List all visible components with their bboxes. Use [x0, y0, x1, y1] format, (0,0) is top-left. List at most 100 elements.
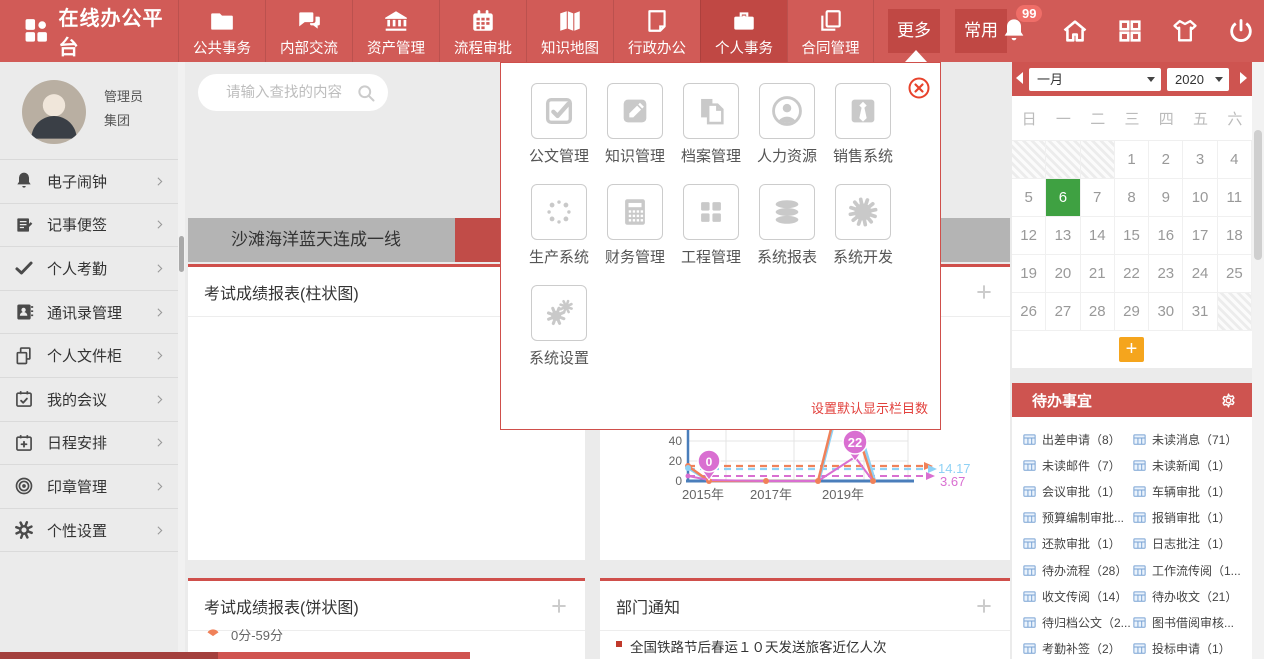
calendar-day-10[interactable]: 10 [1183, 179, 1217, 217]
app-tile-button[interactable] [759, 83, 815, 139]
todo-item-3[interactable]: 未读邮件（7） [1022, 452, 1132, 478]
todo-item-7[interactable]: 预算编制审批... [1022, 505, 1132, 531]
calendar-day-2[interactable]: 2 [1149, 141, 1183, 179]
sidebar-item-2[interactable]: 记事便签 [0, 204, 178, 248]
nav-tab-7[interactable]: 个人事务 [700, 0, 787, 62]
calendar-day-17[interactable]: 17 [1183, 217, 1217, 255]
calendar-day-6[interactable]: 6 [1046, 179, 1080, 217]
todo-item-18[interactable]: 投标申请（1） [1132, 636, 1242, 659]
app-tile-button[interactable] [759, 184, 815, 240]
calendar-day-8[interactable]: 8 [1115, 179, 1149, 217]
apps-grid-icon[interactable] [1116, 17, 1144, 45]
todo-item-6[interactable]: 车辆审批（1） [1132, 478, 1242, 504]
panel-expand-icon[interactable] [974, 282, 994, 302]
calendar-day-19[interactable]: 19 [1012, 255, 1046, 293]
todo-item-8[interactable]: 报销审批（1） [1132, 505, 1242, 531]
calendar-day-29[interactable]: 29 [1115, 293, 1149, 331]
calendar-day-20[interactable]: 20 [1046, 255, 1080, 293]
app-tile-button[interactable] [835, 83, 891, 139]
sidebar-item-8[interactable]: 印章管理 [0, 465, 178, 509]
pie-legend-item-1[interactable]: 0分-59分 [202, 625, 283, 644]
todo-item-2[interactable]: 未读消息（71） [1132, 426, 1242, 452]
search-input[interactable] [224, 84, 356, 102]
todo-item-4[interactable]: 未读新闻（1） [1132, 452, 1242, 478]
sidebar-item-7[interactable]: 日程安排 [0, 422, 178, 466]
calendar-day-26[interactable]: 26 [1012, 293, 1046, 331]
calendar-day-14[interactable]: 14 [1081, 217, 1115, 255]
nav-tab-5[interactable]: 知识地图 [526, 0, 613, 62]
todo-item-16[interactable]: 图书借阅审核... [1132, 609, 1242, 635]
todo-item-12[interactable]: 工作流传阅（1... [1132, 557, 1242, 583]
nav-tab-4[interactable]: 流程审批 [439, 0, 526, 62]
calendar-day-31[interactable]: 31 [1183, 293, 1217, 331]
app-tile-button[interactable] [835, 184, 891, 240]
app-tile-button[interactable] [683, 83, 739, 139]
more-button[interactable]: 更多 [888, 9, 940, 53]
calendar-day-18[interactable]: 18 [1218, 217, 1252, 255]
sidebar-scrollbar-thumb[interactable] [179, 236, 184, 272]
app-tile-button[interactable] [531, 83, 587, 139]
todo-item-9[interactable]: 还款审批（1） [1022, 531, 1132, 557]
calendar-next-arrow[interactable] [1240, 72, 1247, 84]
todo-item-1[interactable]: 出差申请（8） [1022, 426, 1132, 452]
nav-tab-3[interactable]: 资产管理 [352, 0, 439, 62]
theme-shirt-icon[interactable] [1171, 17, 1199, 45]
calendar-day-5[interactable]: 5 [1012, 179, 1046, 217]
calendar-day-28[interactable]: 28 [1081, 293, 1115, 331]
sidebar-item-4[interactable]: 通讯录管理 [0, 291, 178, 335]
search-icon[interactable] [356, 83, 376, 103]
notice-item[interactable]: 全国铁路节后春运１０天发送旅客近亿人次 [630, 636, 887, 656]
sidebar-item-6[interactable]: 我的会议 [0, 378, 178, 422]
calendar-day-21[interactable]: 21 [1081, 255, 1115, 293]
app-tile-button[interactable] [531, 184, 587, 240]
page-scrollbar-thumb[interactable] [1254, 130, 1262, 260]
calendar-year-select[interactable]: 2020 [1167, 68, 1229, 91]
nav-tab-8[interactable]: 合同管理 [787, 0, 874, 62]
todo-item-5[interactable]: 会议审批（1） [1022, 478, 1132, 504]
sidebar-item-1[interactable]: 电子闹钟 [0, 160, 178, 204]
calendar-day-22[interactable]: 22 [1115, 255, 1149, 293]
todo-item-11[interactable]: 待办流程（28） [1022, 557, 1132, 583]
app-tile-button[interactable] [607, 184, 663, 240]
sidebar-item-9[interactable]: 个性设置 [0, 509, 178, 553]
todo-item-10[interactable]: 日志批注（1） [1132, 531, 1242, 557]
calendar-day-12[interactable]: 12 [1012, 217, 1046, 255]
logout-power-icon[interactable] [1227, 17, 1255, 45]
calendar-day-27[interactable]: 27 [1046, 293, 1080, 331]
set-default-columns-link[interactable]: 设置默认显示栏目数 [811, 398, 928, 417]
calendar-day-7[interactable]: 7 [1081, 179, 1115, 217]
calendar-day-11[interactable]: 11 [1218, 179, 1252, 217]
panel-expand-icon[interactable] [974, 596, 994, 616]
calendar-add-button[interactable]: + [1119, 337, 1144, 362]
calendar-day-15[interactable]: 15 [1115, 217, 1149, 255]
calendar-day-9[interactable]: 9 [1149, 179, 1183, 217]
sidebar-item-5[interactable]: 个人文件柜 [0, 334, 178, 378]
todo-item-13[interactable]: 收文传阅（14） [1022, 583, 1132, 609]
app-logo[interactable]: 在线办公平台 [0, 0, 178, 62]
panel-expand-icon[interactable] [549, 596, 569, 616]
calendar-day-1[interactable]: 1 [1115, 141, 1149, 179]
calendar-day-23[interactable]: 23 [1149, 255, 1183, 293]
todo-item-14[interactable]: 待办收文（21） [1132, 583, 1242, 609]
sidebar-scrollbar[interactable] [178, 62, 185, 659]
nav-tab-2[interactable]: 内部交流 [265, 0, 352, 62]
calendar-day-24[interactable]: 24 [1183, 255, 1217, 293]
home-icon[interactable] [1061, 17, 1089, 45]
calendar-day-25[interactable]: 25 [1218, 255, 1252, 293]
nav-tab-1[interactable]: 公共事务 [178, 0, 265, 62]
calendar-day-30[interactable]: 30 [1149, 293, 1183, 331]
avatar[interactable] [22, 80, 86, 144]
nav-tab-6[interactable]: 行政办公 [613, 0, 700, 62]
app-tile-button[interactable] [683, 184, 739, 240]
app-tile-button[interactable] [531, 285, 587, 341]
calendar-day-4[interactable]: 4 [1218, 141, 1252, 179]
sidebar-item-3[interactable]: 个人考勤 [0, 247, 178, 291]
calendar-day-13[interactable]: 13 [1046, 217, 1080, 255]
app-tile-button[interactable] [607, 83, 663, 139]
calendar-day-16[interactable]: 16 [1149, 217, 1183, 255]
calendar-month-select[interactable]: 一月 [1029, 68, 1161, 91]
todo-settings-gear-icon[interactable] [1219, 391, 1238, 410]
calendar-day-3[interactable]: 3 [1183, 141, 1217, 179]
todo-item-15[interactable]: 待归档公文（2... [1022, 609, 1132, 635]
calendar-prev-arrow[interactable] [1016, 72, 1023, 84]
